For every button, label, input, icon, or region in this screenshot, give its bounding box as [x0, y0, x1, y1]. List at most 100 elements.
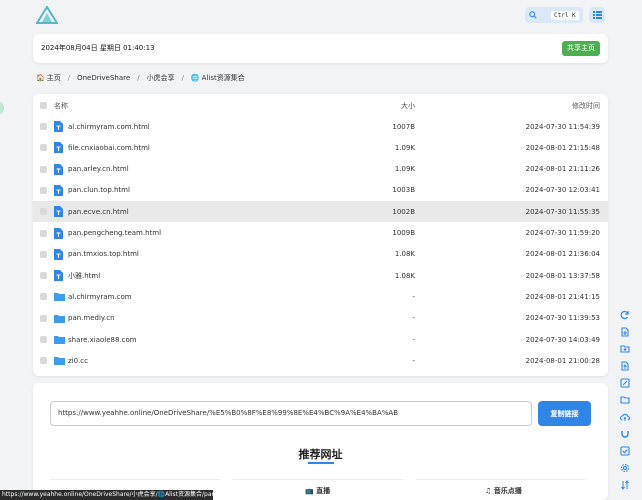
folder-icon [54, 336, 65, 344]
header-name[interactable]: 名称 [54, 101, 68, 111]
row-checkbox[interactable] [40, 144, 47, 152]
list-item[interactable]: pan.clun.top.html 1003B 2024-07-30 12:03:4… [33, 180, 608, 201]
file-name[interactable]: zi0.cc [68, 357, 88, 365]
header-size[interactable]: 大小 [401, 101, 415, 111]
breadcrumb-home[interactable]: 主页 [47, 73, 61, 83]
row-checkbox[interactable] [40, 293, 47, 301]
row-checkbox[interactable] [40, 229, 47, 237]
upload-file-icon[interactable] [620, 361, 630, 371]
alist-logo-icon[interactable] [36, 6, 58, 24]
file-size: 1003B [392, 186, 415, 195]
list-item[interactable]: file.cnxiaobai.com.html 1.09K 2024-08-01 2… [33, 137, 608, 158]
globe-icon: 🌐 [190, 74, 200, 82]
file-size: - [412, 356, 415, 365]
list-item[interactable]: zi0.cc - 2024-08-01 21:00:28 [33, 350, 608, 371]
search-shortcut: Ctrl K [551, 10, 579, 20]
list-item[interactable]: al.chirmyram.com - 2024-08-01 21:41:15 [33, 286, 608, 307]
file-size: 1.09K [394, 143, 415, 152]
row-checkbox[interactable] [40, 272, 47, 280]
file-name[interactable]: 小雅.html [68, 271, 100, 281]
file-size: - [412, 314, 415, 323]
tv-icon: 📺 [305, 487, 314, 495]
title-underline [308, 462, 334, 464]
edit-icon[interactable] [620, 378, 630, 388]
share-link-field[interactable]: https://www.yeahhe.online/OneDriveShare/… [50, 401, 532, 426]
file-modified: 2024-08-01 21:11:26 [525, 165, 600, 174]
list-item[interactable]: pan.pengcheng.team.html 1009B 2024-07-30 1… [33, 223, 608, 244]
breadcrumb-xiaohu[interactable]: 小虎会享 [147, 73, 175, 83]
file-name[interactable]: pan.tmxios.top.html [68, 250, 139, 258]
layout-toggle-button[interactable] [589, 7, 605, 23]
sort-icon[interactable] [620, 480, 630, 490]
html-file-icon [54, 121, 63, 132]
row-checkbox[interactable] [40, 357, 47, 365]
file-name[interactable]: share.xiaole88.com [68, 336, 137, 344]
notice-card: 2024年08月04日 星期日 01:40:13 共享主页 [33, 34, 608, 63]
list-item[interactable]: share.xiaole88.com - 2024-07-30 14:03:49 [33, 329, 608, 350]
row-checkbox[interactable] [40, 186, 47, 194]
list-item[interactable]: pan.tmxios.top.html 1.08K 2024-08-01 21:36… [33, 244, 608, 265]
html-file-icon [54, 270, 63, 282]
html-file-icon [54, 248, 63, 260]
list-item[interactable]: 小雅.html 1.08K 2024-08-01 13:37:58 [33, 265, 608, 286]
header-modified[interactable]: 修改时间 [572, 101, 600, 111]
current-datetime: 2024年08月04日 星期日 01:40:13 [41, 44, 155, 52]
file-size: - [412, 292, 415, 301]
file-name[interactable]: pan.pengcheng.team.html [68, 229, 161, 237]
list-item[interactable]: al.chirmyram.com.html 1007B 2024-07-30 11:… [33, 116, 608, 137]
music-icon: ♫ [485, 487, 492, 495]
select-all-checkbox[interactable] [40, 102, 47, 109]
file-size: 1002B [392, 207, 415, 216]
file-name[interactable]: pan.clun.top.html [68, 186, 130, 194]
file-name[interactable]: al.chirmyram.com.html [68, 123, 150, 131]
file-list: 名称 大小 修改时间 al.chirmyram.com.html 1007B 202… [33, 94, 608, 376]
html-file-icon [54, 163, 63, 175]
list-item[interactable]: pan.ecve.cn.html 1002B 2024-07-30 11:55:35 [33, 201, 608, 223]
row-checkbox[interactable] [40, 336, 47, 343]
breadcrumb-separator: / [137, 74, 140, 82]
file-name[interactable]: file.cnxiaobai.com.html [68, 144, 150, 152]
html-file-icon [54, 206, 63, 218]
breadcrumb-alist[interactable]: Alist资源集合 [202, 73, 245, 83]
row-checkbox[interactable] [40, 250, 47, 258]
list-item[interactable]: pan.mediy.cn - 2024-07-30 11:39:53 [33, 308, 608, 329]
checkbox-icon[interactable] [620, 446, 630, 456]
refresh-icon[interactable] [620, 310, 630, 320]
folder-icon [54, 357, 65, 366]
copy-link-button[interactable]: 复制链接 [538, 401, 591, 426]
new-file-icon[interactable] [620, 327, 630, 337]
file-name[interactable]: pan.mediy.cn [68, 314, 115, 322]
file-modified: 2024-07-30 14:03:49 [525, 335, 600, 344]
file-modified: 2024-07-30 11:55:35 [525, 207, 600, 216]
row-checkbox[interactable] [40, 314, 47, 322]
category-music[interactable]: ♫ 音乐点播 [485, 486, 522, 496]
share-card: https://www.yeahhe.online/OneDriveShare/… [33, 383, 608, 500]
folder-icon[interactable] [620, 395, 630, 405]
html-file-icon [54, 227, 63, 239]
file-size: 1009B [392, 229, 415, 237]
top-bar: Ctrl K [0, 0, 642, 30]
file-modified: 2024-08-01 21:15:48 [525, 143, 600, 152]
browser-status-url: https://www.yeahhe.online/OneDriveShare/… [0, 490, 213, 500]
side-drawer-handle[interactable] [0, 101, 4, 115]
magnet-icon[interactable] [620, 429, 630, 439]
search-button[interactable]: Ctrl K [525, 7, 583, 23]
category-live[interactable]: 📺 直播 [305, 486, 330, 496]
html-file-icon [54, 142, 63, 154]
file-name[interactable]: al.chirmyram.com [68, 293, 132, 301]
new-folder-icon[interactable] [620, 344, 630, 354]
row-checkbox[interactable] [40, 165, 47, 173]
share-home-button[interactable]: 共享主页 [562, 41, 600, 56]
file-name[interactable]: pan.ecve.cn.html [68, 208, 129, 216]
file-name[interactable]: pan.arley.cn.html [68, 165, 129, 173]
file-modified: 2024-08-01 21:41:15 [525, 292, 600, 301]
settings-icon[interactable] [620, 463, 630, 473]
row-checkbox[interactable] [40, 208, 47, 216]
file-modified: 2024-07-30 11:59:20 [525, 229, 600, 237]
breadcrumb-onedriveshare[interactable]: OneDriveShare [77, 74, 130, 82]
recommend-title: 推荐网址 [298, 448, 343, 461]
file-size: 1.09K [394, 165, 415, 174]
cloud-upload-icon[interactable] [620, 412, 630, 422]
row-checkbox[interactable] [40, 123, 47, 130]
list-item[interactable]: pan.arley.cn.html 1.09K 2024-08-01 21:11:2… [33, 159, 608, 180]
